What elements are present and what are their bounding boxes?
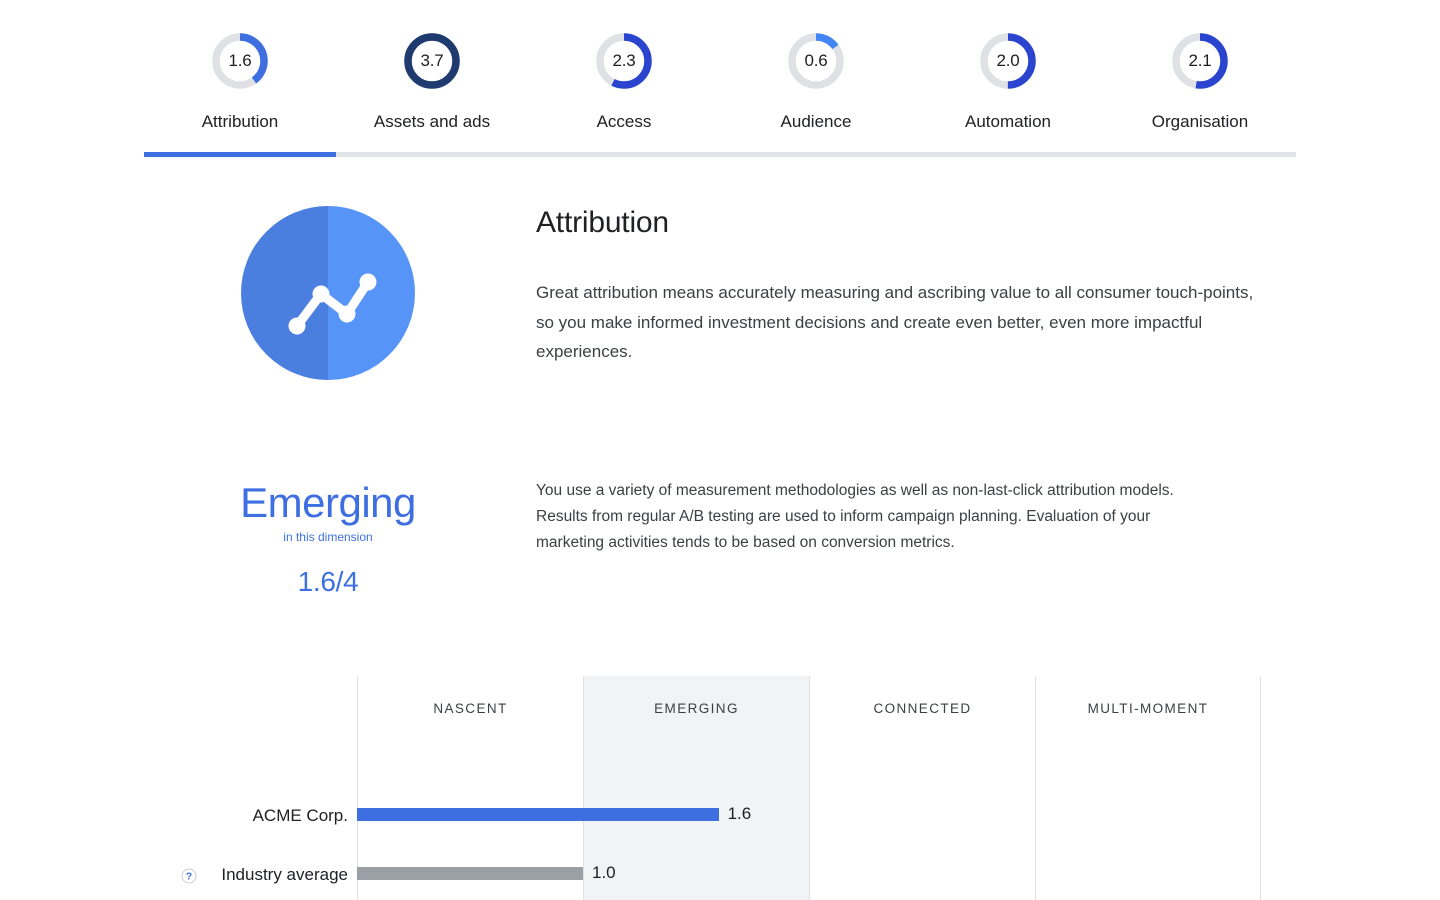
tab-score-value: 3.7: [420, 51, 444, 70]
tab-automation[interactable]: 2.0 Automation: [912, 20, 1104, 160]
tab-assets-and-ads[interactable]: 3.7 Assets and ads: [336, 20, 528, 160]
tab-underline-active: [144, 152, 336, 157]
dimension-tabs: 1.6 Attribution 3.7 Assets and ads 2.3 Access…: [144, 20, 1296, 160]
chart-row-label: ACME Corp.: [252, 806, 348, 825]
score-value: 1.6/4: [297, 566, 359, 597]
stage-column-label: NASCENT: [433, 701, 508, 716]
stage-column-label: MULTI-MOMENT: [1087, 701, 1209, 716]
score-description: You use a variety of measurement methodo…: [536, 482, 1174, 551]
tab-score-value: 2.3: [612, 51, 636, 70]
tab-label: Organisation: [1151, 112, 1249, 131]
tab-organisation[interactable]: 2.1 Organisation: [1104, 20, 1296, 160]
score-donut-icon: 2.3: [593, 30, 655, 92]
stage-column-label: CONNECTED: [873, 701, 972, 716]
score-donut-icon: 3.7: [401, 30, 463, 92]
chart-bar-value: 1.0: [592, 863, 616, 882]
tab-score-value: 0.6: [804, 51, 828, 70]
attribution-trendline-icon: [241, 206, 415, 380]
tab-label: Assets and ads: [373, 112, 491, 131]
chart-bar: [357, 808, 719, 821]
score-donut-icon: 1.6: [209, 30, 271, 92]
score-summary: Emerging in this dimension 1.6/4: [180, 478, 476, 598]
tab-label: Audience: [780, 112, 852, 131]
tab-access[interactable]: 2.3 Access: [528, 20, 720, 160]
tab-score-value: 2.0: [996, 51, 1020, 70]
benchmark-chart: NASCENT EMERGING CONNECTED MULTI-MOMENT ACM…: [0, 676, 1440, 900]
score-donut-icon: 0.6: [785, 30, 847, 92]
svg-text:?: ?: [186, 871, 192, 883]
tab-label: Automation: [965, 112, 1051, 131]
tab-attribution[interactable]: 1.6 Attribution: [144, 20, 336, 160]
chart-row-label: Industry average: [221, 865, 348, 884]
chart-bar-row: ACME Corp. 1.6: [0, 804, 1440, 826]
page-title: Attribution: [536, 206, 669, 239]
score-donut-icon: 2.1: [1169, 30, 1231, 92]
tab-audience[interactable]: 0.6 Audience: [720, 20, 912, 160]
stage-column-label: EMERGING: [654, 701, 739, 716]
dimension-description: Great attribution means accurately measu…: [536, 283, 1254, 361]
maturity-level-subtitle: in this dimension: [283, 530, 373, 544]
chart-bar: [357, 867, 583, 880]
help-question-icon[interactable]: ?: [181, 868, 197, 884]
chart-bar-row: ? Industry average 1.0: [0, 863, 1440, 885]
score-donut-icon: 2.0: [977, 30, 1039, 92]
trendline-glyph: [288, 273, 377, 335]
tab-score-value: 1.6: [228, 51, 252, 70]
tab-label: Attribution: [201, 112, 279, 131]
chart-bar-value: 1.6: [727, 804, 752, 823]
tab-label: Access: [596, 112, 652, 131]
tab-score-value: 2.1: [1188, 51, 1212, 70]
maturity-level: Emerging: [240, 479, 416, 526]
